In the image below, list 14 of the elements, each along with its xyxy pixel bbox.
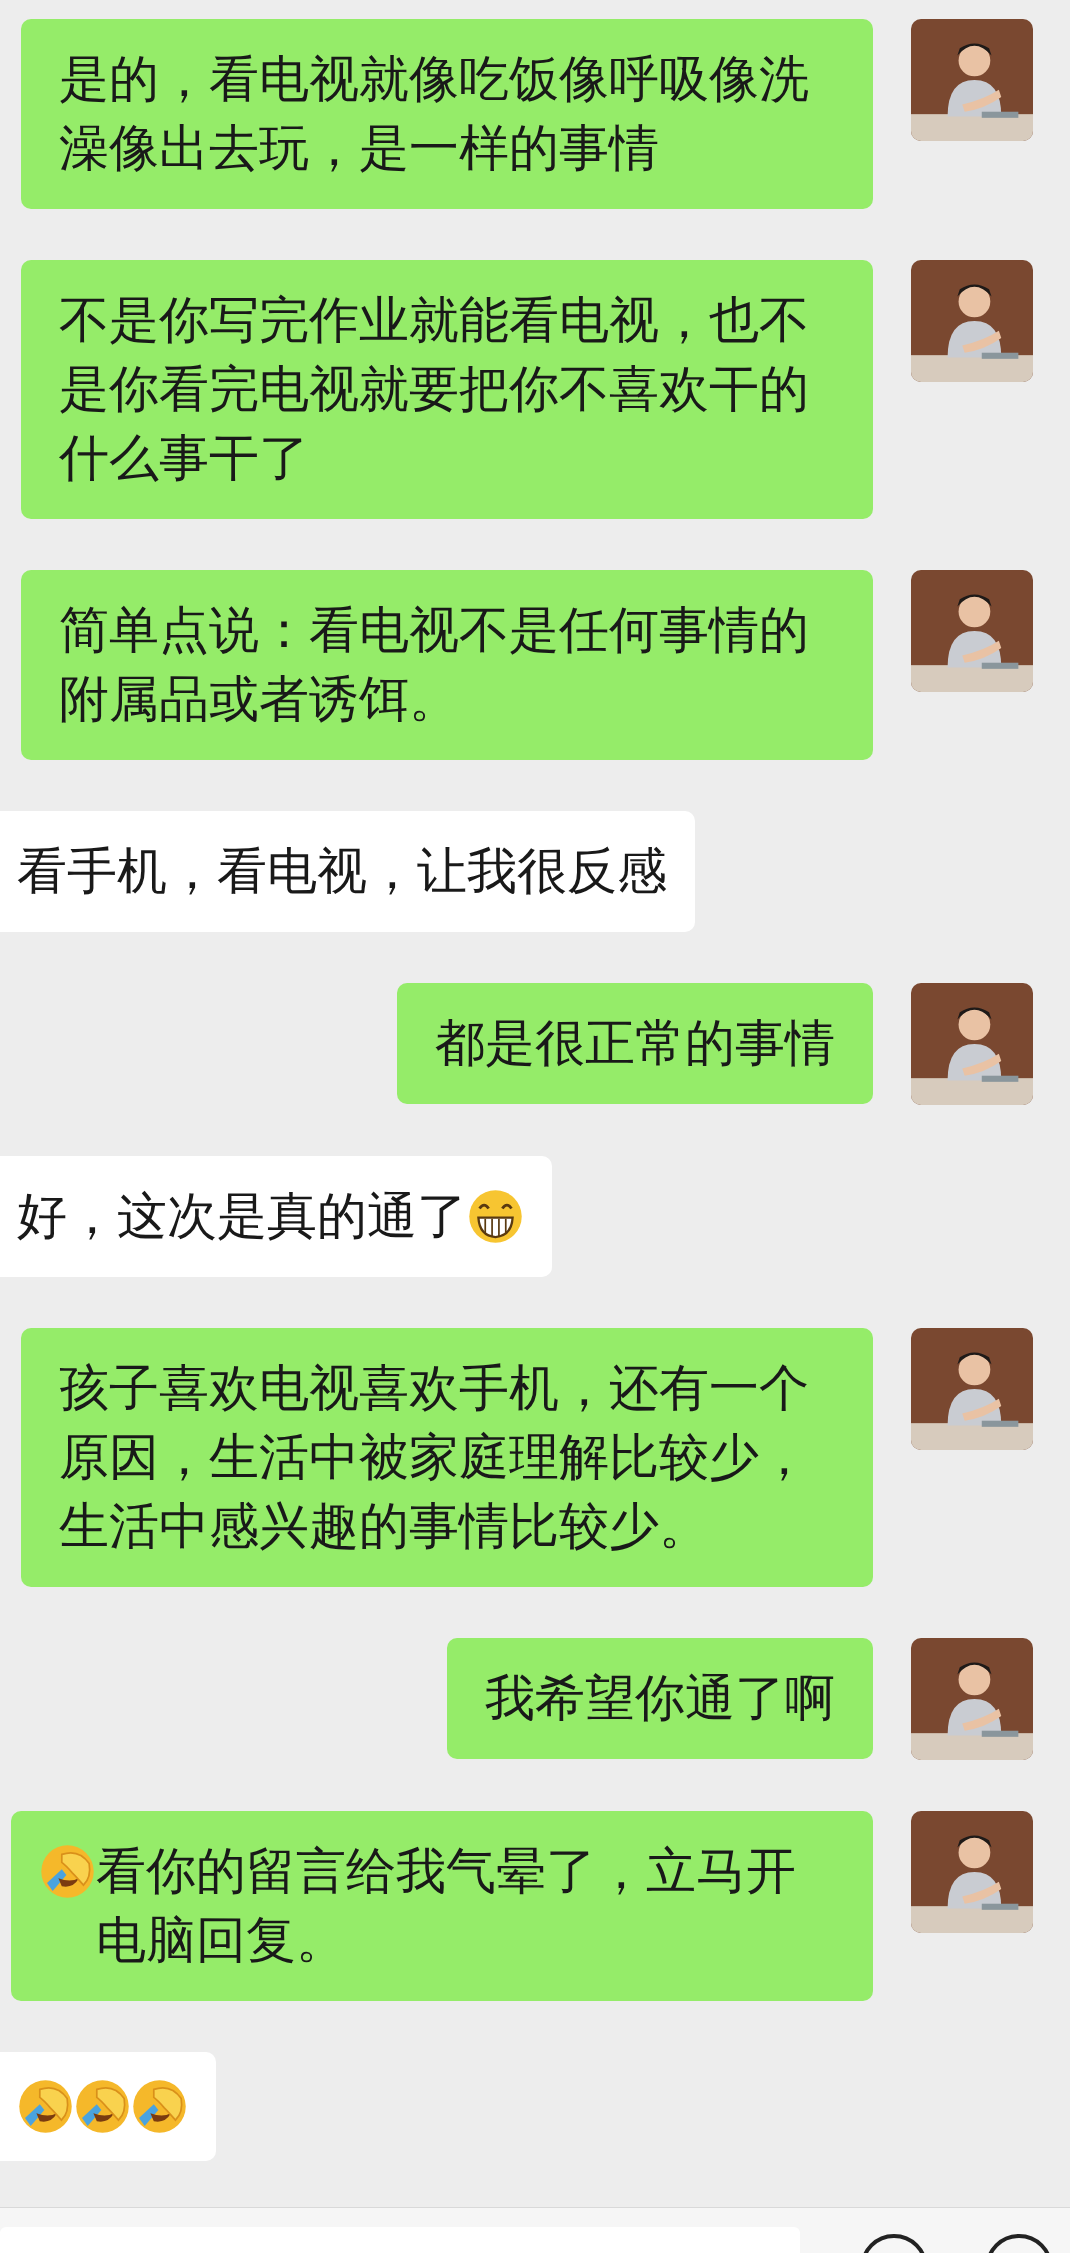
message-text: 孩子喜欢电视喜欢手机，还有一个原因，生活中被家庭理解比较少，生活中感兴趣的事情比较少。 <box>59 1358 810 1557</box>
facepalm-emoji-icon <box>131 2078 188 2135</box>
message-text: 是的，看电视就像吃饭像呼吸像洗澡像出去玩，是一样的事情 <box>59 49 810 179</box>
facepalm-emoji-icon <box>74 2078 131 2135</box>
grin-emoji-icon <box>467 1188 524 1245</box>
message-text: 不是你写完作业就能看电视，也不是你看完电视就要把你不喜欢干的什么事干了 <box>59 290 810 489</box>
facepalm-emoji-icon <box>39 1843 96 1900</box>
message-text: 看手机，看电视，让我很反感 <box>17 841 667 902</box>
message-text: 简单点说：看电视不是任何事情的附属品或者诱饵。 <box>59 600 810 730</box>
message-text: 都是很正常的事情 <box>435 1013 835 1074</box>
facepalm-emoji-icon <box>17 2078 74 2135</box>
message-text: 看你的留言给我气晕了，立马开电脑回复。 <box>96 1841 797 1971</box>
message-text: 好，这次是真的通了 <box>17 1186 467 1247</box>
message-text: 我希望你通了啊 <box>485 1668 835 1729</box>
